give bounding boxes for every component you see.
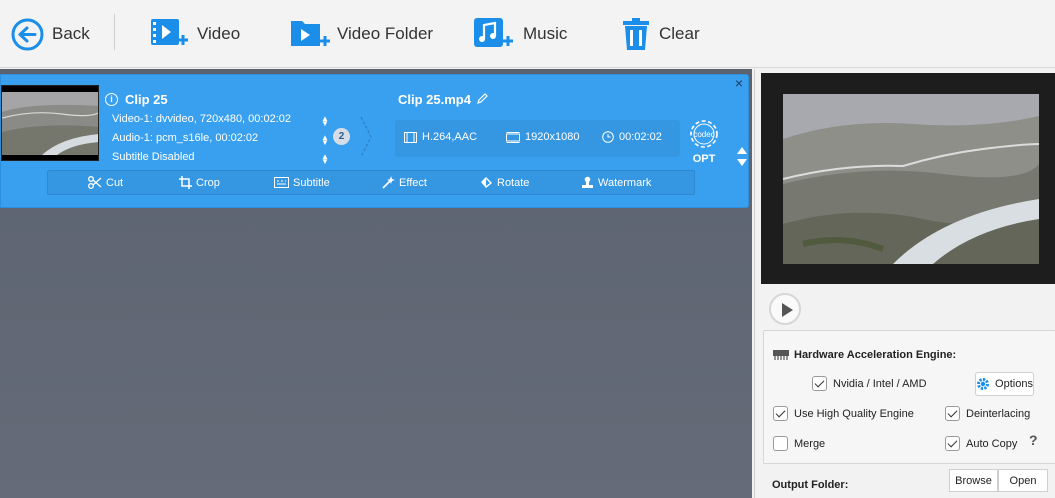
checkbox-checked[interactable] [773,406,788,421]
resolution-icon [506,131,520,143]
back-arrow-icon [11,18,44,50]
play-button[interactable] [769,293,801,325]
rotate-icon [481,177,492,188]
toolbar: Back Video Video Folder Music Clear [0,0,1055,68]
subtitle-label: Subtitle [293,176,330,189]
cut-button[interactable]: Cut [88,171,123,194]
add-video-folder-button[interactable]: Video Folder [290,0,433,68]
checkbox-unchecked[interactable] [773,436,788,451]
format-info: H.264,AAC [404,131,477,143]
video-folder-label: Video Folder [337,24,434,43]
output-filename: Clip 25.mp4 [398,92,471,107]
video-folder-icon [291,21,330,46]
scissors-icon [88,176,102,189]
conversion-arrow-icon [360,116,372,158]
info-icon[interactable]: i [105,93,118,106]
add-music-button[interactable]: Music [473,0,567,68]
high-quality-engine-label: Use High Quality Engine [794,407,914,420]
cut-label: Cut [106,176,124,189]
back-label: Back [52,24,90,43]
clip-list-area: i Clip 25 Video-1: dvvideo, 720x480, 00:… [0,69,752,498]
crop-label: Crop [196,176,220,189]
watermark-button[interactable]: Watermark [581,171,651,194]
landscape-thumbnail-image [2,92,98,155]
nvidia-intel-amd-checkbox[interactable]: Nvidia / Intel / AMD [812,376,927,391]
codec-options-button[interactable]: codec OPT [685,115,723,165]
video-track-info[interactable]: Video-1: dvvideo, 720x480, 00:02:02 [112,113,291,125]
right-panel: Hardware Acceleration Engine: Nvidia / I… [754,69,1055,498]
gear-icon [977,378,990,390]
high-quality-engine-checkbox[interactable]: Use High Quality Engine [773,406,914,421]
landscape-preview-image [783,94,1039,264]
subtitle-button[interactable]: Subtitle [274,171,330,194]
output-folder-label: Output Folder: [772,479,849,491]
remove-clip-button[interactable]: × [732,76,746,90]
audio-track-info[interactable]: Audio-1: pcm_s16le, 00:02:02 [112,132,258,144]
crop-button[interactable]: Crop [179,171,220,194]
resolution-text: 1920x1080 [525,131,580,143]
trash-icon [623,18,649,50]
codec-text: codec [693,130,714,139]
deinterlacing-checkbox[interactable]: Deinterlacing [945,406,1030,421]
music-icon [474,18,513,47]
hardware-acceleration-title: Hardware Acceleration Engine: [794,349,957,361]
auto-copy-label: Auto Copy [966,437,1018,450]
deinterlacing-label: Deinterlacing [966,407,1031,420]
output-info-panel[interactable]: H.264,AAC 1920x1080 00:02:02 [395,120,680,157]
duration-text: 00:02:02 [619,131,662,143]
checkbox-checked[interactable] [945,406,960,421]
video-label: Video [197,24,241,43]
rotate-label: Rotate [497,176,530,189]
browse-button[interactable]: Browse [949,469,998,492]
opt-label: OPT [692,153,716,165]
magic-wand-icon [382,175,395,189]
add-video-icon [151,19,188,45]
hardware-acceleration-heading: Hardware Acceleration Engine: [772,349,956,361]
watermark-label: Watermark [598,176,652,189]
film-icon [404,131,417,143]
clip-title: Clip 25 [125,92,168,107]
merge-label: Merge [794,437,826,450]
video-preview[interactable] [761,73,1055,284]
help-icon[interactable]: ? [1029,432,1038,448]
audio-track-count-badge: 2 [333,128,350,145]
subtitle-status[interactable]: Subtitle Disabled [112,151,195,163]
conversion-settings-panel: Hardware Acceleration Engine: Nvidia / I… [763,330,1055,464]
effect-label: Effect [399,176,427,189]
open-folder-button[interactable]: Open [998,469,1048,492]
reorder-arrows-icon[interactable] [736,145,748,169]
toolbar-separator [114,14,115,50]
effect-button[interactable]: Effect [381,171,427,194]
video-track-selector-icon[interactable]: ▲ ▼ [321,115,329,128]
merge-checkbox[interactable]: Merge [773,436,825,451]
options-button[interactable]: Options [975,372,1034,396]
edit-toolbar: Cut Crop Subtitle Effect Rotate Watermar… [47,170,695,195]
subtitle-icon [274,177,289,188]
options-label: Options [995,378,1033,390]
chip-icon [773,350,789,360]
watermark-stamp-icon [582,176,593,188]
format-text: H.264,AAC [422,131,478,143]
add-video-button[interactable]: Video [150,0,240,68]
nvidia-intel-amd-label: Nvidia / Intel / AMD [833,377,927,390]
clip-thumbnail[interactable] [1,85,99,161]
clear-button[interactable]: Clear [622,0,700,68]
subtitle-selector-icon[interactable]: ▲ ▼ [321,153,329,166]
duration-info: 00:02:02 [602,131,662,143]
music-label: Music [523,24,568,43]
rename-pencil-icon[interactable] [475,92,489,106]
clear-label: Clear [659,24,700,43]
checkbox-checked[interactable] [945,436,960,451]
resolution-info: 1920x1080 [506,131,579,143]
clock-icon [602,131,614,143]
clip-item[interactable]: i Clip 25 Video-1: dvvideo, 720x480, 00:… [0,74,749,208]
back-button[interactable]: Back [11,0,90,68]
rotate-button[interactable]: Rotate [479,171,529,194]
checkbox-checked[interactable] [812,376,827,391]
auto-copy-checkbox[interactable]: Auto Copy [945,436,1017,451]
play-icon [782,303,793,317]
audio-track-selector-icon[interactable]: ▲ ▼ [321,134,329,147]
crop-icon [179,176,192,189]
codec-gear-icon: codec [690,120,718,148]
